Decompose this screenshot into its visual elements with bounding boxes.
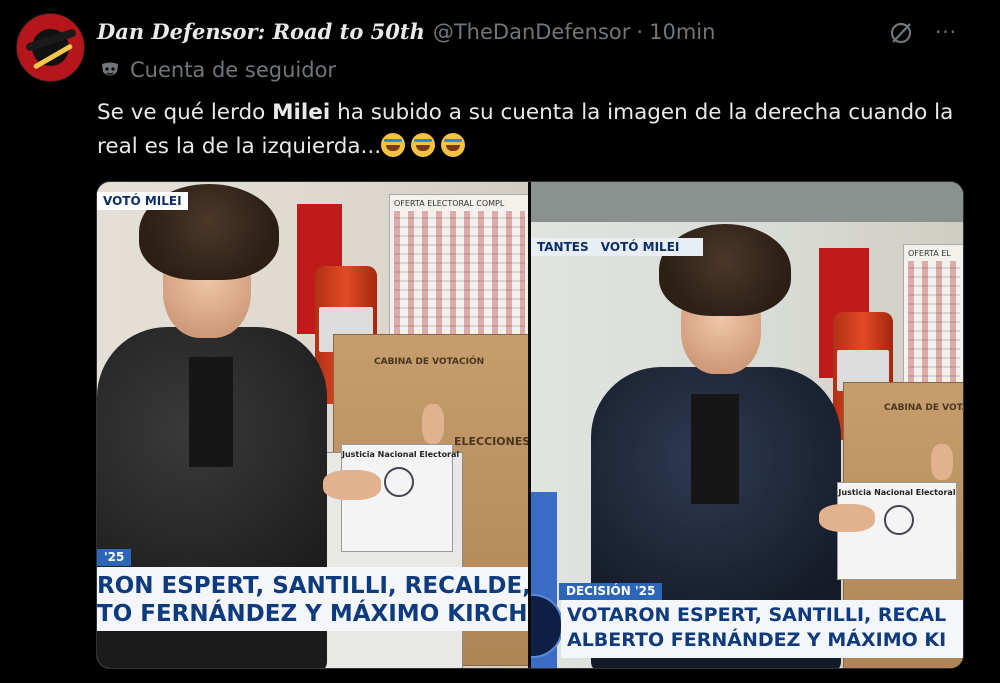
user-handle[interactable]: @TheDanDefensor [433,20,631,44]
news-chyron: RON ESPERT, SANTILLI, RECALDE, RA TO FER… [97,567,528,631]
program-tag: DECISIÓN '25 [559,583,663,600]
rolling-laughing-emoji-icon [441,133,466,157]
electoral-poster: OFERTA EL [903,244,963,391]
more-icon[interactable]: ··· [932,21,960,43]
grok-icon[interactable] [888,20,914,46]
poster-header: OFERTA ELECTORAL COMPL [394,199,505,208]
news-tag-left: TANTES [537,240,589,254]
display-name[interactable]: Dan Defensor: Road to 50th [97,19,425,44]
follower-label: Cuenta de seguidor [100,58,336,82]
news-tag-main: VOTÓ MILEI [600,240,680,254]
rolling-laughing-emoji-icon [381,133,406,157]
ballot-title: Justicia Nacional Electoral [838,488,956,497]
booth-label: ELECCIONES [454,435,528,448]
tweet-header: Dan Defensor: Road to 50th @TheDanDefens… [97,19,715,44]
media-image-right[interactable]: OFERTA EL CABINA DE VOTACI Justicia Naci… [531,182,963,668]
chyron-line: VOTARON ESPERT, SANTILLI, RECAL [567,604,947,626]
news-tag: VOTÓ MILEI [97,192,188,210]
mention-milei: Milei [272,100,331,125]
media-image-left[interactable]: OFERTA ELECTORAL COMPL CABINA DE VOTACIÓ… [97,182,528,668]
tweet-text: Se ve qué lerdo Milei ha subido a su cue… [97,96,977,164]
separator: · [636,20,644,44]
chyron-line: TO FERNÁNDEZ Y MÁXIMO KIRCHN [97,601,528,627]
booth-label: CABINA DE VOTACIÓN [374,357,485,367]
tweet-media[interactable]: OFERTA ELECTORAL COMPL CABINA DE VOTACIÓ… [96,181,964,669]
news-chyron: VOTARON ESPERT, SANTILLI, RECAL ALBERTO … [561,600,963,658]
timestamp[interactable]: 10min [649,20,715,44]
news-tag: TANTES VOTÓ MILEI [531,238,703,256]
top-frame [531,182,963,222]
chyron-line: ALBERTO FERNÁNDEZ Y MÁXIMO KI [567,629,947,651]
avatar[interactable] [16,13,85,82]
ballot-title: Justicia Nacional Electoral [342,450,460,459]
mask-icon [102,62,118,76]
poster-header: OFERTA EL [908,249,951,258]
tweet-text-part: Se ve qué lerdo [97,100,273,125]
follower-text: Cuenta de seguidor [130,58,337,82]
program-tag: '25 [97,549,132,566]
chyron-line: RON ESPERT, SANTILLI, RECALDE, RA [97,573,528,599]
electoral-poster: OFERTA ELECTORAL COMPL [389,194,528,341]
rolling-laughing-emoji-icon [411,133,436,157]
booth-label: CABINA DE VOTACI [884,403,963,413]
